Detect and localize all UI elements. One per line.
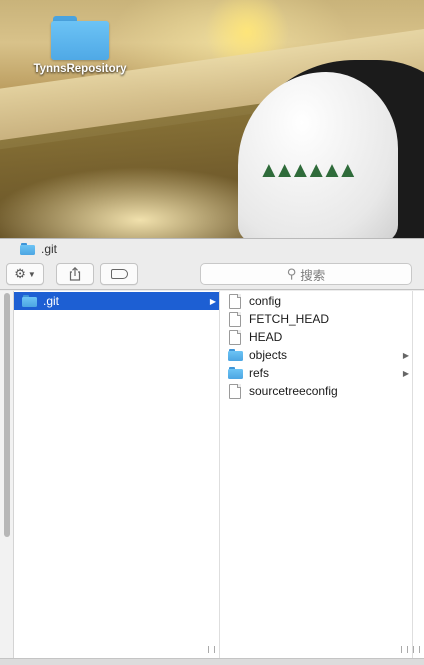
item-label: sourcetreeconfig: [249, 384, 338, 398]
list-item[interactable]: HEAD: [220, 328, 412, 346]
finder-window: .git ⚙ ▼ ⚲ 搜索 .git ▶ config FETCH_HEAD H…: [0, 238, 424, 665]
column-resize-handle[interactable]: [208, 646, 215, 653]
column-1: .git ▶: [14, 291, 220, 659]
list-item[interactable]: FETCH_HEAD: [220, 310, 412, 328]
folder-icon: [227, 367, 243, 379]
desktop-folder-label: TynnsRepository: [33, 63, 127, 75]
column-3: [413, 291, 424, 659]
list-item[interactable]: sourcetreeconfig: [220, 382, 412, 400]
folder-icon: [20, 243, 35, 255]
document-icon: [229, 311, 241, 327]
toolbar: ⚙ ▼ ⚲ 搜索: [0, 259, 424, 290]
list-item[interactable]: objects ▶: [220, 346, 412, 364]
document-icon: [229, 329, 241, 345]
desktop-folder-item[interactable]: TynnsRepository: [26, 14, 134, 75]
column-browser: .git ▶ config FETCH_HEAD HEAD objects ▶ …: [0, 291, 424, 659]
desktop-wallpaper: ▲▲▲▲▲▲ TynnsRepository: [0, 0, 424, 238]
document-icon: [229, 383, 241, 399]
wallpaper-tree-print: ▲▲▲▲▲▲: [258, 157, 359, 182]
chevron-down-icon: ▼: [27, 269, 36, 279]
column-resize-handle[interactable]: [413, 646, 420, 653]
action-menu-button[interactable]: ⚙ ▼: [6, 263, 44, 285]
disclosure-arrow-icon: ▶: [402, 368, 409, 378]
scrollbar[interactable]: [4, 293, 10, 537]
column-resize-handle[interactable]: [401, 646, 408, 653]
search-placeholder: 搜索: [300, 268, 326, 283]
folder-icon: [21, 295, 37, 307]
window-titlebar[interactable]: .git: [0, 239, 424, 259]
item-label: HEAD: [249, 330, 283, 344]
share-button[interactable]: [56, 263, 94, 285]
share-icon: [69, 267, 81, 281]
list-item[interactable]: refs ▶: [220, 364, 412, 382]
folder-icon: [51, 14, 109, 60]
disclosure-arrow-icon: ▶: [402, 350, 409, 360]
folder-icon: [227, 349, 243, 361]
sidebar-collapsed: [0, 291, 14, 659]
search-input[interactable]: ⚲ 搜索: [200, 263, 412, 285]
tag-button[interactable]: [100, 263, 138, 285]
tag-icon: [110, 269, 128, 279]
list-item[interactable]: .git ▶: [14, 292, 219, 310]
gear-icon: ⚙: [14, 266, 26, 281]
disclosure-arrow-icon: ▶: [209, 296, 216, 306]
item-label: .git: [43, 294, 60, 308]
search-icon: ⚲: [286, 266, 297, 281]
item-label: objects: [249, 348, 288, 362]
window-title: .git: [41, 242, 58, 256]
document-icon: [229, 293, 241, 309]
item-label: config: [249, 294, 282, 308]
column-2: config FETCH_HEAD HEAD objects ▶ refs ▶ …: [220, 291, 413, 659]
item-label: FETCH_HEAD: [249, 312, 330, 326]
list-item[interactable]: config: [220, 292, 412, 310]
item-label: refs: [249, 366, 270, 380]
